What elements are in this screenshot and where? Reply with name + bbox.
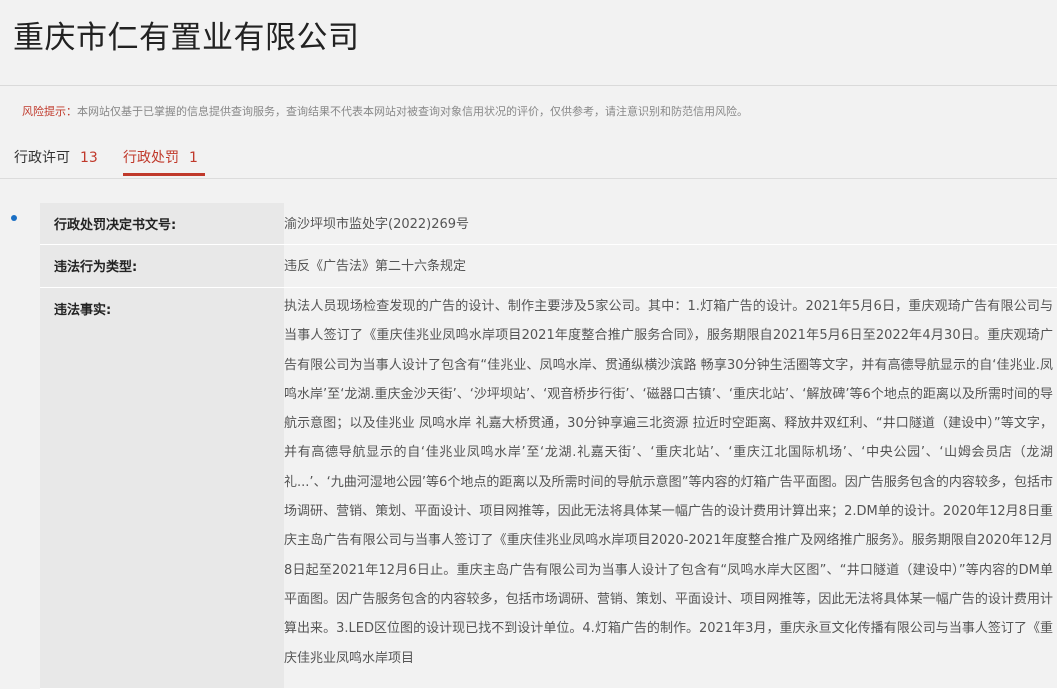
risk-notice: 风险提示：本网站仅基于已掌握的信息提供查询服务，查询结果不代表本网站对被查询对象… — [0, 86, 1057, 130]
page-header: 重庆市仁有置业有限公司 — [0, 0, 1057, 86]
tab-admin-license[interactable]: 行政许可 13 — [14, 147, 98, 167]
risk-notice-body: 本网站仅基于已掌握的信息提供查询服务，查询结果不代表本网站对被查询对象信用状况的… — [77, 105, 748, 118]
record-row-doc-no: 行政处罚决定书文号: 渝沙坪坝市监处字(2022)269号 — [40, 203, 1057, 245]
violation-facts-value: 执法人员现场检查发现的广告的设计、制作主要涉及5家公司。其中：1.灯箱广告的设计… — [284, 288, 1057, 688]
tab-admin-penalty-label: 行政处罚 — [123, 150, 179, 166]
tab-admin-license-label: 行政许可 — [14, 150, 70, 166]
risk-notice-text: 风险提示：本网站仅基于已掌握的信息提供查询服务，查询结果不代表本网站对被查询对象… — [22, 103, 748, 119]
record-row-violation-facts: 违法事实: 执法人员现场检查发现的广告的设计、制作主要涉及5家公司。其中：1.灯… — [40, 288, 1057, 689]
record-row-violation-type: 违法行为类型: 违反《广告法》第二十六条规定 — [40, 245, 1057, 288]
tab-admin-license-count: 13 — [80, 150, 98, 166]
tab-admin-penalty-count: 1 — [189, 150, 198, 166]
tab-admin-penalty[interactable]: 行政处罚 1 — [123, 147, 198, 167]
active-tab-indicator — [123, 173, 205, 176]
violation-facts-label: 违法事实: — [40, 288, 284, 688]
penalty-record: 行政处罚决定书文号: 渝沙坪坝市监处字(2022)269号 违法行为类型: 违反… — [40, 203, 1057, 689]
risk-notice-label: 风险提示： — [22, 105, 77, 118]
record-bullet-icon — [11, 215, 17, 221]
doc-no-value: 渝沙坪坝市监处字(2022)269号 — [284, 203, 1057, 244]
violation-type-label: 违法行为类型: — [40, 245, 284, 287]
doc-no-label: 行政处罚决定书文号: — [40, 203, 284, 244]
company-name: 重庆市仁有置业有限公司 — [13, 20, 360, 56]
tab-bar: 行政许可 13 行政处罚 1 — [0, 130, 1057, 179]
violation-type-value: 违反《广告法》第二十六条规定 — [284, 245, 1057, 287]
